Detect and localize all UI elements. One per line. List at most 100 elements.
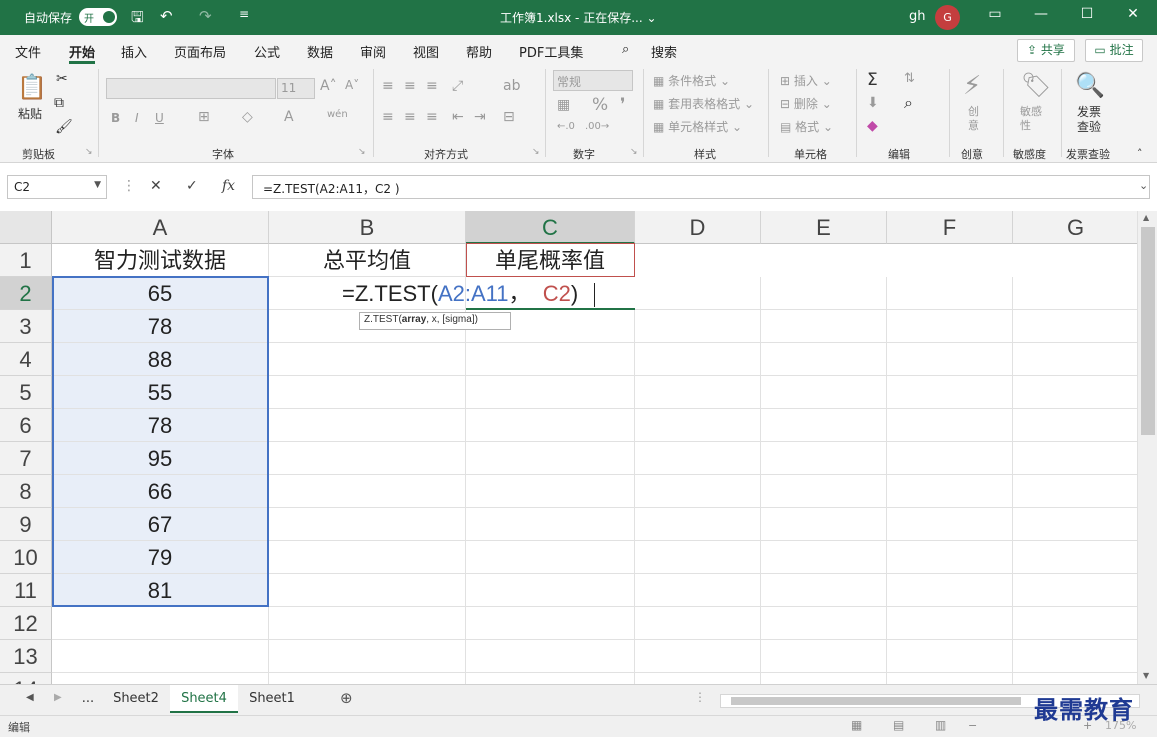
accounting-format-icon[interactable]: ▦ (557, 97, 570, 113)
row-header-2[interactable]: 2 (0, 277, 52, 310)
vertical-scroll-thumb[interactable] (1141, 227, 1155, 435)
fill-color-icon[interactable]: ◇ (242, 109, 253, 125)
save-icon[interactable]: 🖫 (131, 7, 144, 32)
grid-cell[interactable] (635, 607, 761, 640)
grid-cell[interactable] (1013, 541, 1137, 574)
grid-cell[interactable] (887, 310, 1013, 343)
enter-icon[interactable]: ✓ (186, 178, 198, 194)
grid-cell[interactable] (269, 574, 466, 607)
grid-cell[interactable] (466, 475, 635, 508)
name-box[interactable]: C2 ▼ (7, 175, 107, 199)
customize-qat-icon[interactable]: ≡ (239, 7, 249, 21)
grid-cell[interactable] (761, 442, 887, 475)
tab-home[interactable]: 开始 (69, 42, 95, 61)
grid-cell[interactable] (269, 343, 466, 376)
zoom-out-icon[interactable]: − (968, 719, 977, 732)
grid-cell[interactable] (761, 541, 887, 574)
grid-cell[interactable] (1013, 442, 1137, 475)
autosave-toggle[interactable]: 开 (79, 8, 117, 26)
grid-cell[interactable] (887, 574, 1013, 607)
ribbon-display-icon[interactable]: ▭ (981, 6, 1009, 28)
column-header-f[interactable]: F (887, 211, 1013, 244)
grid-cell[interactable] (466, 607, 635, 640)
grid-cell[interactable] (635, 574, 761, 607)
grid-cell[interactable] (761, 640, 887, 673)
autosum-icon[interactable]: Σ (867, 70, 878, 90)
font-name-combo[interactable] (106, 78, 276, 99)
decrease-decimal-icon[interactable]: .00→ (585, 121, 609, 132)
invoice-check-label[interactable]: 发票查验 (1077, 105, 1105, 135)
cell-b1[interactable]: 总平均值 (269, 244, 466, 277)
format-as-table-button[interactable]: ▦ 套用表格格式 ⌄ (653, 95, 754, 112)
vertical-scrollbar[interactable]: ▲ ▼ (1137, 211, 1157, 684)
italic-icon[interactable]: I (135, 111, 139, 125)
tab-insert[interactable]: 插入 (121, 42, 147, 61)
grid-cell[interactable] (466, 673, 635, 684)
sheet-tab-sheet4[interactable]: Sheet4 (170, 685, 238, 713)
row-header-5[interactable]: 5 (0, 376, 52, 409)
row-header-8[interactable]: 8 (0, 475, 52, 508)
column-header-e[interactable]: E (761, 211, 887, 244)
normal-view-icon[interactable]: ▦ (851, 718, 862, 732)
paste-icon[interactable]: 📋 (17, 73, 47, 101)
grid-cell[interactable] (466, 508, 635, 541)
insert-function-icon[interactable]: fx (222, 178, 235, 194)
scroll-down-icon[interactable]: ▼ (1143, 671, 1149, 680)
grid-cell[interactable] (269, 640, 466, 673)
grid-cell[interactable] (887, 376, 1013, 409)
format-cells-button[interactable]: ▤ 格式 ⌄ (780, 118, 833, 135)
tab-formulas[interactable]: 公式 (254, 42, 280, 61)
expand-formula-icon[interactable]: ⌄ (1139, 179, 1148, 192)
grid-cell[interactable] (466, 376, 635, 409)
add-sheet-icon[interactable]: ⊕ (340, 689, 353, 707)
grid-cell[interactable] (761, 574, 887, 607)
grid-cell[interactable] (269, 475, 466, 508)
grid-cell[interactable] (1013, 640, 1137, 673)
grid-cell[interactable] (635, 475, 761, 508)
search-icon[interactable]: ⌕ (622, 42, 629, 57)
grid-cell[interactable] (761, 310, 887, 343)
redo-icon[interactable]: ↷ (199, 7, 212, 25)
maximize-icon[interactable]: ☐ (1073, 6, 1101, 28)
delete-cells-button[interactable]: ⊟ 删除 ⌄ (780, 95, 832, 112)
decrease-indent-icon[interactable]: ⇤ (452, 109, 464, 125)
increase-indent-icon[interactable]: ⇥ (474, 109, 486, 125)
grid-cell[interactable] (269, 409, 466, 442)
grid-cell[interactable] (761, 508, 887, 541)
next-sheet-icon[interactable]: ▶ (54, 692, 62, 703)
grid-cell[interactable] (466, 640, 635, 673)
user-name[interactable]: gh (909, 9, 926, 24)
grid-cell[interactable] (635, 310, 761, 343)
alignment-launcher-icon[interactable]: ↘ (532, 147, 540, 157)
merge-center-icon[interactable]: ⊟ (503, 109, 515, 125)
grid-cell[interactable] (761, 673, 887, 684)
function-tooltip[interactable]: Z.TEST(array, x, [sigma]) (359, 312, 511, 330)
grow-font-icon[interactable]: A˄ (320, 78, 337, 94)
prev-sheet-icon[interactable]: ◀ (26, 692, 34, 703)
row-header-9[interactable]: 9 (0, 508, 52, 541)
format-painter-icon[interactable]: 🖌 (55, 119, 73, 135)
page-layout-view-icon[interactable]: ▤ (893, 718, 904, 732)
phonetic-icon[interactable]: wén (327, 109, 348, 120)
grid-cell[interactable] (635, 376, 761, 409)
cancel-icon[interactable]: ✕ (150, 178, 162, 194)
grid-cell[interactable] (887, 442, 1013, 475)
sort-filter-icon[interactable]: ⇅ (904, 71, 915, 86)
grid-cell[interactable] (466, 541, 635, 574)
grid-cell[interactable] (269, 508, 466, 541)
font-color-icon[interactable]: A (284, 109, 294, 125)
align-left-icon[interactable]: ≡ (382, 109, 394, 125)
grid-cell[interactable] (887, 409, 1013, 442)
row-header-7[interactable]: 7 (0, 442, 52, 475)
grid-cell[interactable] (887, 541, 1013, 574)
share-button[interactable]: ⇪ 共享 (1017, 39, 1075, 62)
grid-cell[interactable] (1013, 574, 1137, 607)
row-header-3[interactable]: 3 (0, 310, 52, 343)
grid-cell[interactable] (1013, 475, 1137, 508)
avatar[interactable]: G (935, 5, 960, 30)
cut-icon[interactable]: ✂ (56, 71, 68, 87)
grid-cell[interactable] (887, 475, 1013, 508)
wrap-text-icon[interactable]: ab (503, 78, 520, 94)
grid-cell[interactable] (635, 508, 761, 541)
row-header-1[interactable]: 1 (0, 244, 52, 277)
